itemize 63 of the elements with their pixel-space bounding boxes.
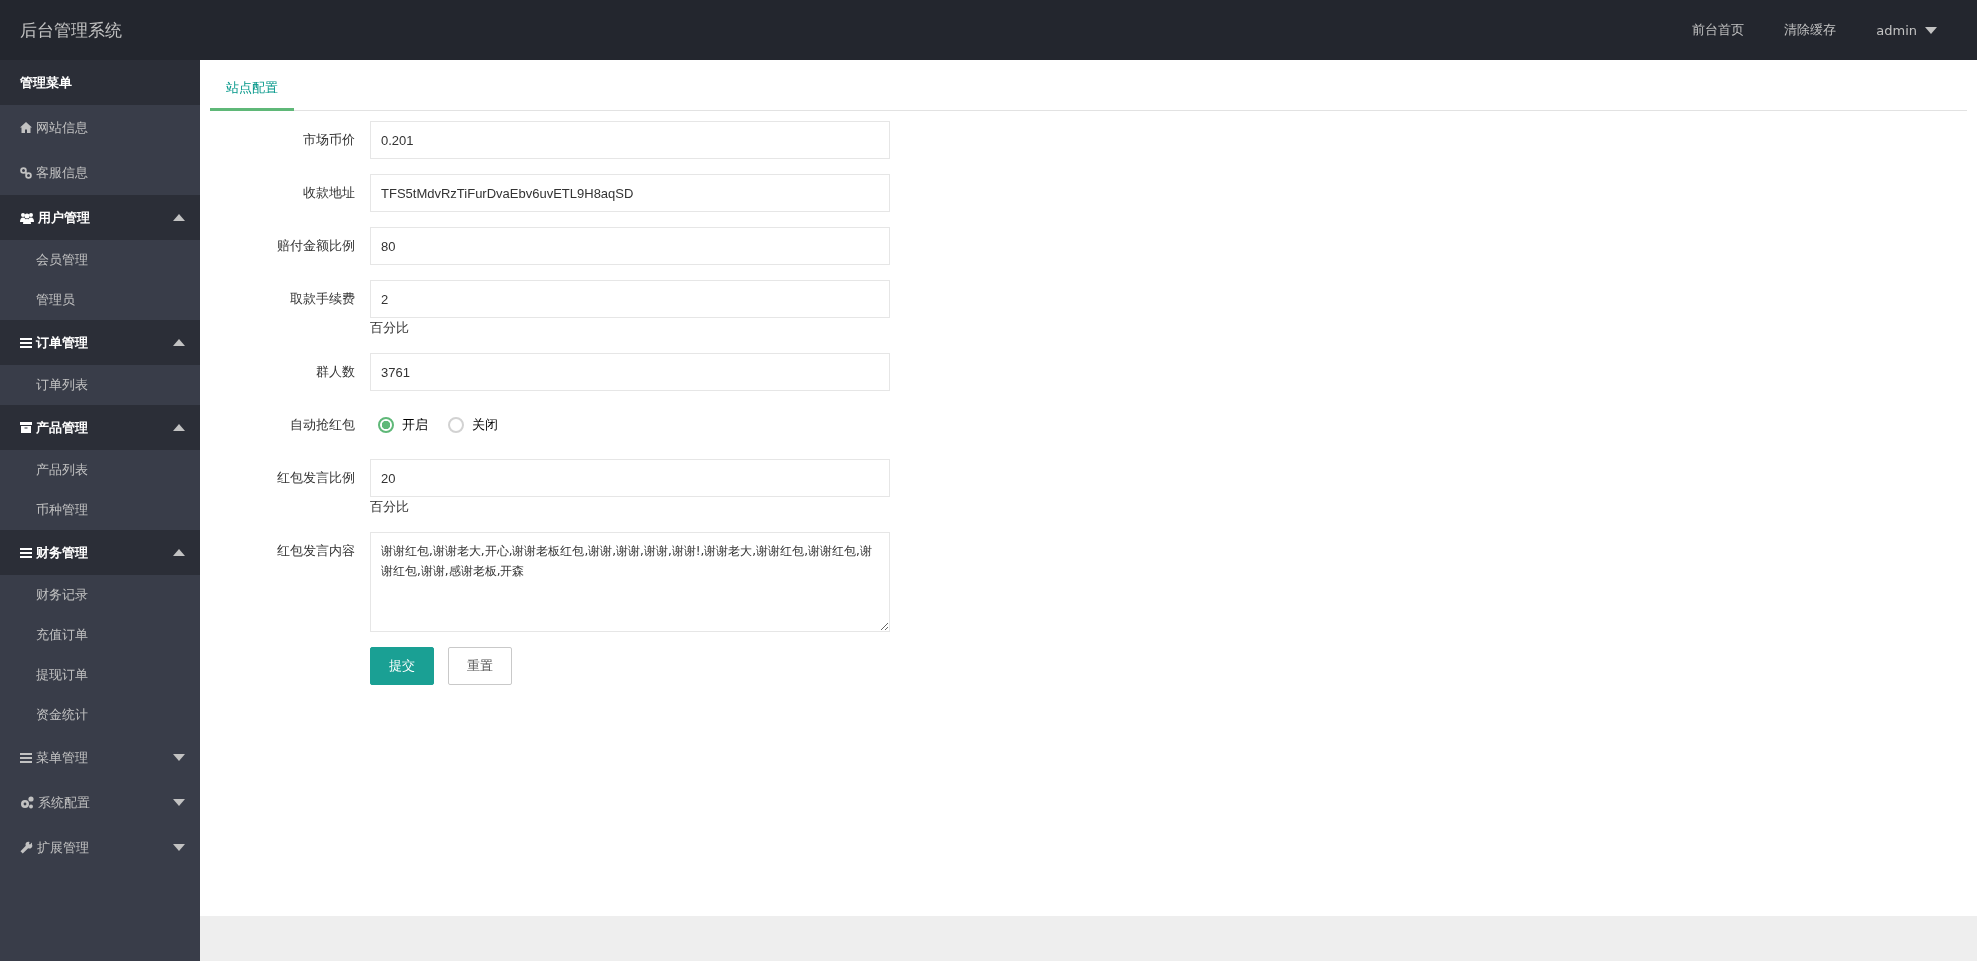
text-area[interactable]: 谢谢红包,谢谢老大,开心,谢谢老板红包,谢谢,谢谢,谢谢,谢谢!,谢谢老大,谢谢红包,谢谢红包,谢谢红包,谢谢,感谢老板,开森 — [370, 532, 890, 632]
users-icon — [20, 211, 34, 224]
menu-item[interactable]: 订单管理 — [0, 320, 200, 365]
caret-icon — [173, 424, 185, 431]
reset-button[interactable]: 重置 — [448, 647, 512, 685]
menu-item[interactable]: 菜单管理 — [0, 735, 200, 780]
submenu-item[interactable]: 提现订单 — [0, 655, 200, 695]
link-icon — [20, 166, 32, 179]
caret-icon — [173, 214, 185, 221]
submenu-item[interactable]: 管理员 — [0, 280, 200, 320]
field-hint: 百分比 — [370, 498, 410, 516]
input-field[interactable]: 2 — [370, 280, 890, 318]
radio-label[interactable]: 开启 — [402, 416, 428, 434]
caret-icon — [173, 754, 185, 761]
menu-icon — [20, 337, 32, 348]
field-label: 取款手续费 — [289, 290, 356, 308]
field-label: 赔付金额比例 — [276, 237, 356, 255]
input-field[interactable]: 0.201 — [370, 121, 890, 159]
app-title: 后台管理系统 — [20, 18, 122, 42]
input-field[interactable]: 20 — [370, 459, 890, 497]
menu-item[interactable]: 系统配置 — [0, 780, 200, 825]
box-icon — [20, 422, 32, 433]
menu-item[interactable]: 产品管理 — [0, 405, 200, 450]
field-label: 群人数 — [315, 363, 356, 381]
caret-icon — [1925, 26, 1937, 34]
caret-icon — [173, 339, 185, 346]
submenu-item[interactable]: 会员管理 — [0, 240, 200, 280]
menu-icon — [20, 752, 32, 763]
nav-link[interactable]: 清除缓存 — [1784, 21, 1837, 39]
caret-icon — [173, 549, 185, 556]
radio-label[interactable]: 关闭 — [472, 416, 498, 434]
field-label: 自动抢红包 — [289, 416, 356, 434]
wrench-icon — [20, 841, 33, 854]
menu-icon — [20, 547, 32, 558]
caret-icon — [173, 844, 185, 851]
field-label: 收款地址 — [302, 184, 356, 202]
tab[interactable]: 站点配置 — [210, 68, 294, 111]
field-label: 红包发言内容 — [276, 542, 356, 560]
submenu-item[interactable]: 币种管理 — [0, 490, 200, 530]
input-field[interactable]: TFS5tMdvRzTiFurDvaEbv6uvETL9H8aqSD — [370, 174, 890, 212]
submenu-item[interactable]: 资金统计 — [0, 695, 200, 735]
radio-button[interactable] — [448, 417, 464, 433]
menu-item[interactable]: 财务管理 — [0, 530, 200, 575]
sidebar-title: 管理菜单 — [0, 60, 200, 105]
field-hint: 百分比 — [370, 319, 410, 337]
menu-item[interactable]: 客服信息 — [0, 150, 200, 195]
field-label: 市场币价 — [302, 131, 356, 149]
home-icon — [20, 122, 32, 133]
radio-button[interactable] — [378, 417, 394, 433]
submenu-item[interactable]: 产品列表 — [0, 450, 200, 490]
caret-icon — [173, 799, 185, 806]
menu-item[interactable]: 网站信息 — [0, 105, 200, 150]
input-field[interactable]: 3761 — [370, 353, 890, 391]
submenu-item[interactable]: 订单列表 — [0, 365, 200, 405]
nav-link[interactable]: 前台首页 — [1692, 21, 1745, 39]
menu-item[interactable]: 扩展管理 — [0, 825, 200, 870]
submenu-item[interactable]: 充值订单 — [0, 615, 200, 655]
menu-item[interactable]: 用户管理 — [0, 195, 200, 240]
field-label: 红包发言比例 — [276, 469, 356, 487]
gears-icon — [20, 796, 34, 809]
user-menu[interactable]: admin — [1876, 22, 1937, 38]
input-field[interactable]: 80 — [370, 227, 890, 265]
submenu-item[interactable]: 财务记录 — [0, 575, 200, 615]
